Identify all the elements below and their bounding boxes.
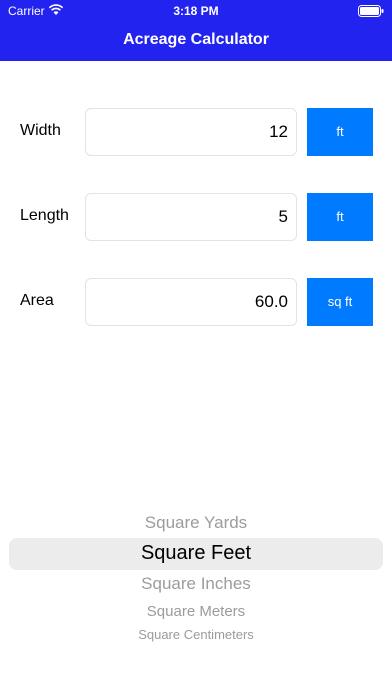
picker-option[interactable]: Square Inches (0, 574, 392, 594)
header: Carrier 3:18 PM Acreage Calculator (0, 0, 392, 61)
length-label: Length (20, 207, 69, 224)
width-input[interactable]: 12 (85, 108, 297, 156)
width-row: Width 12 ft (0, 108, 392, 156)
picker-option-selected[interactable]: Square Feet (0, 542, 392, 565)
unit-picker[interactable]: Square Yards Square Feet Square Inches S… (0, 505, 392, 655)
area-unit-button[interactable]: sq ft (307, 278, 373, 326)
area-label: Area (20, 292, 54, 309)
width-unit-button[interactable]: ft (307, 108, 373, 156)
status-time: 3:18 PM (173, 4, 219, 18)
battery-icon (358, 5, 384, 17)
length-unit-button[interactable]: ft (307, 193, 373, 241)
picker-option[interactable]: Square Centimeters (0, 627, 392, 642)
width-label: Width (20, 122, 61, 139)
status-bar: Carrier 3:18 PM (0, 0, 392, 22)
area-output: 60.0 (85, 278, 297, 326)
picker-option[interactable]: Square Yards (0, 513, 392, 533)
app-screen: Carrier 3:18 PM Acreage Calculator Width… (0, 0, 392, 696)
area-row: Area 60.0 sq ft (0, 278, 392, 326)
nav-title: Acreage Calculator (123, 31, 269, 48)
length-row: Length 5 ft (0, 193, 392, 241)
length-input[interactable]: 5 (85, 193, 297, 241)
picker-option[interactable]: Square Meters (0, 603, 392, 620)
